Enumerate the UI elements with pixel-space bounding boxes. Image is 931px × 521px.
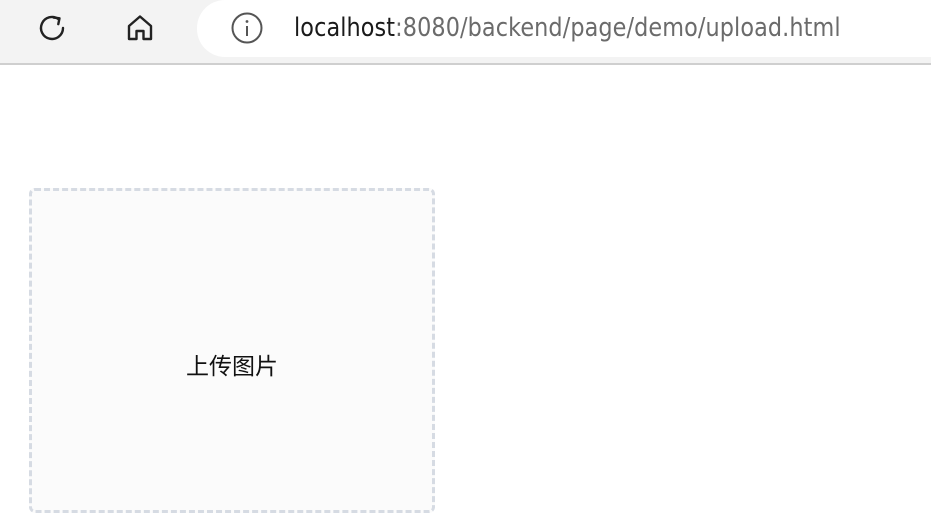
home-button[interactable]: [118, 6, 162, 50]
upload-image-area[interactable]: 上传图片: [29, 188, 435, 513]
url-text[interactable]: localhost:8080/backend/page/demo/upload.…: [294, 10, 841, 46]
browser-toolbar: localhost:8080/backend/page/demo/upload.…: [0, 0, 931, 65]
info-icon[interactable]: [230, 11, 264, 45]
address-bar[interactable]: localhost:8080/backend/page/demo/upload.…: [197, 0, 931, 57]
refresh-icon: [34, 10, 70, 46]
upload-label: 上传图片: [186, 353, 278, 380]
url-path: :8080/backend/page/demo/upload.html: [395, 13, 841, 43]
home-icon: [122, 10, 158, 46]
url-host: localhost: [294, 13, 396, 43]
refresh-button[interactable]: [30, 6, 74, 50]
